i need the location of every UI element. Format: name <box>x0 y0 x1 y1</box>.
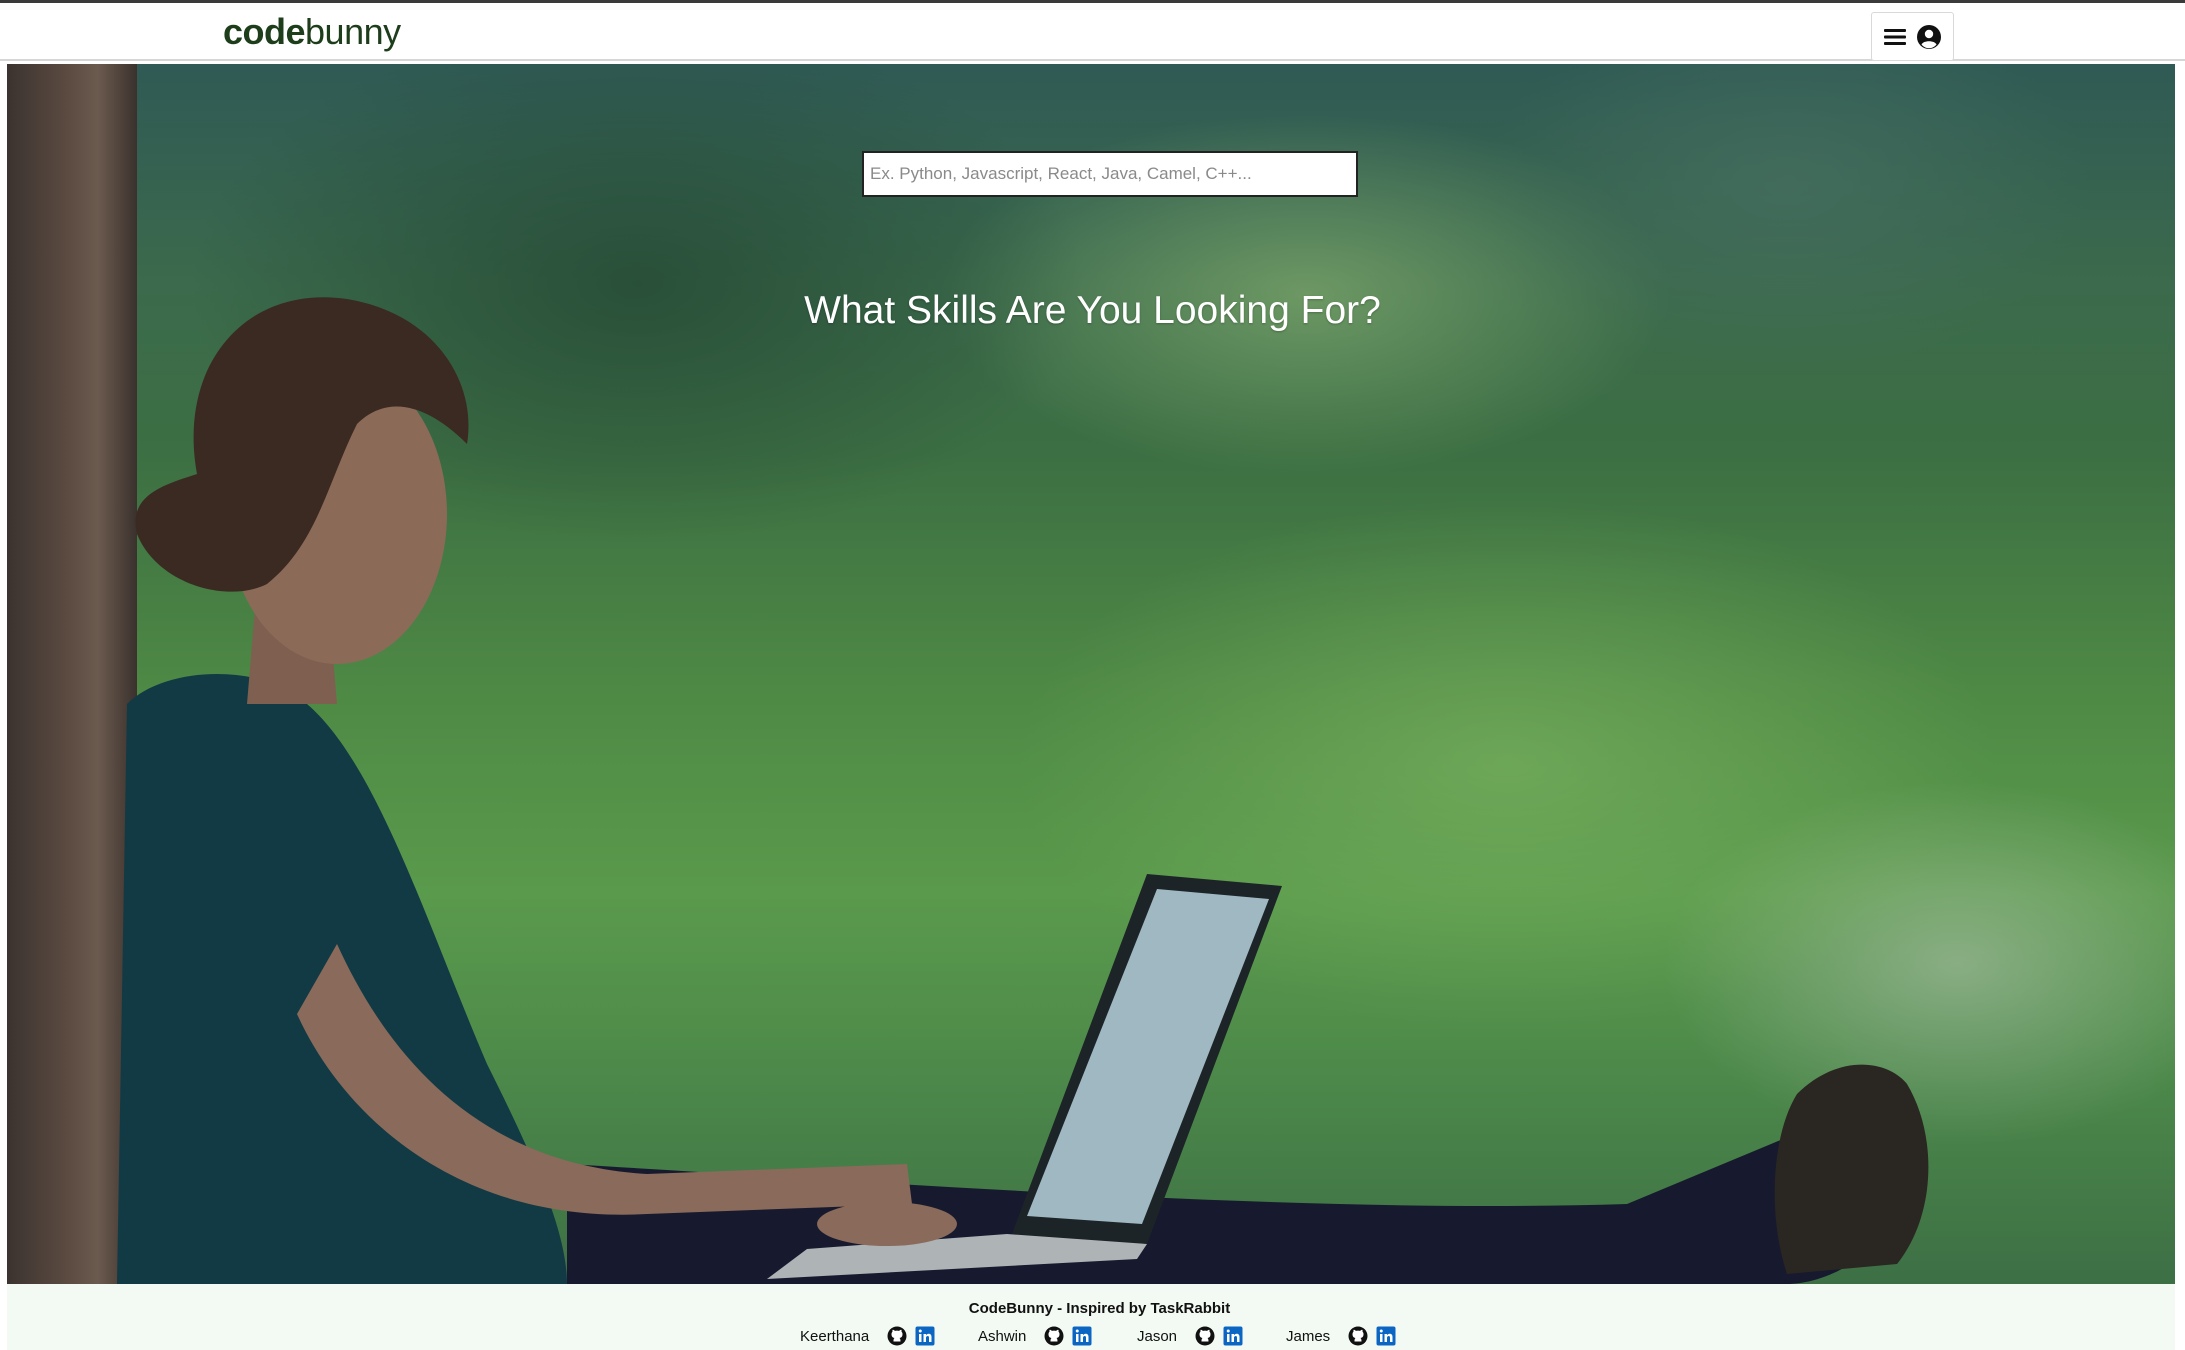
github-icon[interactable] <box>1195 1326 1215 1346</box>
github-icon[interactable] <box>887 1326 907 1346</box>
github-icon[interactable] <box>1348 1326 1368 1346</box>
user-circle-icon <box>1916 24 1942 50</box>
page: codebunny Ex. Python, Javascript, React,… <box>0 0 2185 1350</box>
woman-with-laptop-silhouette <box>117 297 1929 1284</box>
contributor-jason: Jason <box>1137 1326 1243 1346</box>
logo-light-text: bunny <box>305 11 401 52</box>
contributor-name: Keerthana <box>800 1327 870 1345</box>
contributor-name: Jason <box>1137 1327 1178 1345</box>
hero-background-image <box>7 64 2175 1284</box>
contributor-ashwin: Ashwin <box>978 1326 1092 1346</box>
linkedin-icon[interactable] <box>1223 1326 1243 1346</box>
linkedin-icon[interactable] <box>915 1326 935 1346</box>
account-menu-button[interactable] <box>1871 12 1954 61</box>
contributor-james: James <box>1286 1326 1396 1346</box>
footer: CodeBunny - Inspired by TaskRabbit Keert… <box>7 1284 2175 1350</box>
skills-search-input[interactable] <box>862 151 1358 197</box>
linkedin-icon[interactable] <box>1376 1326 1396 1346</box>
hero-title: What Skills Are You Looking For? <box>804 289 1381 332</box>
logo-bold-text: code <box>223 11 306 52</box>
linkedin-icon[interactable] <box>1072 1326 1092 1346</box>
codebunny-logo[interactable]: codebunny <box>223 11 401 53</box>
hamburger-menu-icon <box>1883 28 1906 46</box>
contributor-name: James <box>1286 1327 1331 1345</box>
contributor-keerthana: Keerthana <box>800 1326 935 1346</box>
footer-credit-text: CodeBunny - Inspired by TaskRabbit <box>968 1300 1231 1317</box>
github-icon[interactable] <box>1044 1326 1064 1346</box>
navbar: codebunny <box>0 3 2185 61</box>
contributor-name: Ashwin <box>978 1327 1027 1345</box>
